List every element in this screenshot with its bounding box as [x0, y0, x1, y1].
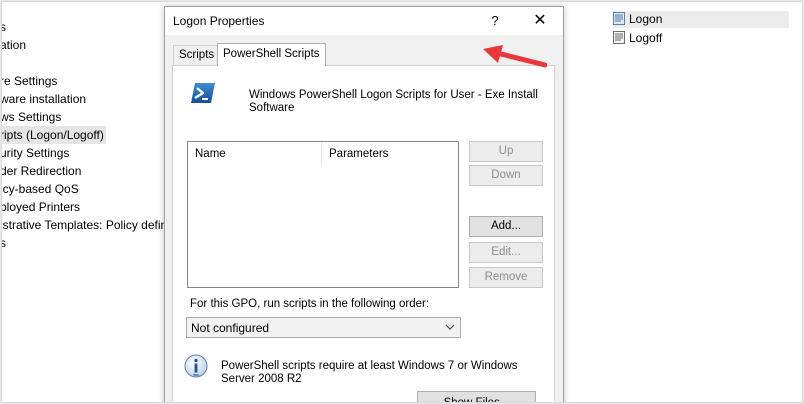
tree-item[interactable]: urity Settings — [2, 144, 71, 162]
tree-item[interactable]: der Redirection — [2, 162, 83, 180]
scripts-list[interactable]: Name Parameters — [187, 141, 459, 288]
list-item-label: Logon — [629, 12, 663, 26]
order-select[interactable]: Not configured — [186, 317, 461, 338]
requirements-note: PowerShell scripts require at least Wind… — [221, 360, 518, 385]
up-button[interactable]: Up — [469, 141, 543, 162]
order-label: For this GPO, run scripts in the followi… — [190, 298, 430, 310]
list-item-label: Logoff — [629, 31, 663, 45]
column-header-name[interactable]: Name — [195, 148, 226, 160]
script-icon — [613, 31, 625, 44]
chevron-down-icon — [445, 324, 455, 330]
tree-item[interactable]: ws Settings — [2, 108, 63, 126]
annotation-arrow-icon — [483, 45, 547, 68]
logon-properties-dialog: Logon Properties ? ✕ Scripts PowerShell … — [164, 6, 564, 402]
tree-item[interactable]: icy-based QoS — [2, 180, 81, 198]
scripts-description: Windows PowerShell Logon Scripts for Use… — [249, 89, 538, 114]
column-separator[interactable] — [321, 142, 322, 166]
tab-powershell-scripts[interactable]: PowerShell Scripts — [217, 43, 326, 66]
tab-panel: Windows PowerShell Logon Scripts for Use… — [172, 65, 555, 402]
list-item-logon[interactable]: Logon — [613, 11, 789, 28]
add-button[interactable]: Add... — [469, 216, 543, 237]
tree-item[interactable]: ware installation — [2, 90, 88, 108]
order-select-value: Not configured — [191, 321, 270, 335]
tree-item[interactable]: s — [2, 18, 8, 36]
powershell-icon — [191, 83, 215, 103]
tree-item[interactable]: s — [2, 234, 8, 252]
column-header-parameters[interactable]: Parameters — [329, 148, 388, 160]
tree-item[interactable]: re Settings — [2, 72, 59, 90]
tab-scripts[interactable]: Scripts — [173, 45, 221, 65]
screenshot-frame: s ation re Settings ware installation ws… — [1, 1, 803, 403]
tree-item[interactable]: ployed Printers — [2, 198, 82, 216]
down-button[interactable]: Down — [469, 165, 543, 186]
close-button[interactable]: ✕ — [527, 11, 553, 31]
edit-button[interactable]: Edit... — [469, 242, 543, 263]
tree-item[interactable]: ation — [2, 36, 28, 54]
list-item-logoff[interactable]: Logoff — [613, 30, 662, 47]
dialog-title: Logon Properties — [173, 14, 265, 28]
help-button[interactable]: ? — [483, 11, 507, 31]
remove-button[interactable]: Remove — [469, 267, 543, 288]
info-icon — [184, 354, 208, 378]
title-bar[interactable]: Logon Properties ? ✕ — [165, 7, 563, 35]
tree-item-scripts[interactable]: ripts (Logon/Logoff) — [2, 126, 106, 144]
script-icon — [613, 12, 625, 25]
show-files-button[interactable]: Show Files... — [417, 391, 536, 402]
tree-item[interactable]: istrative Templates: Policy defin — [2, 216, 169, 234]
